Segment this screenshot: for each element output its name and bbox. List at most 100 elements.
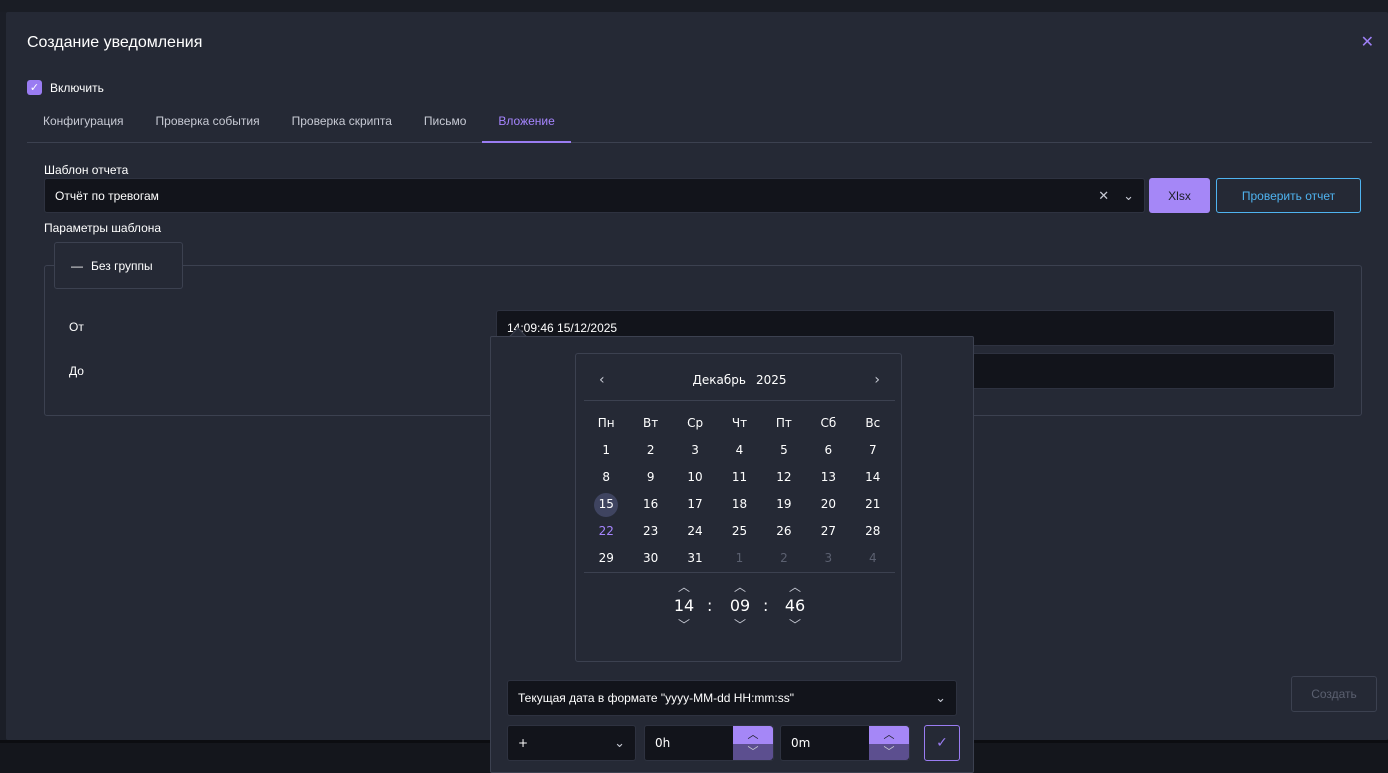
calendar-day[interactable]: 1 [584, 437, 628, 464]
day-number: 10 [687, 470, 703, 484]
calendar-day[interactable]: 23 [628, 518, 672, 545]
calendar-day[interactable]: 6 [806, 437, 850, 464]
confirm-icon[interactable]: ✓ [924, 725, 960, 761]
tab-attachment[interactable]: Вложение [482, 110, 571, 143]
calendar-day[interactable]: 4 [717, 437, 761, 464]
day-number: 4 [868, 551, 877, 565]
day-number: 1 [735, 551, 744, 565]
weekday-label: Чт [731, 416, 748, 430]
day-number: 31 [687, 551, 703, 565]
minutes-value[interactable]: 09 [725, 594, 755, 618]
calendar-day[interactable]: 2 [628, 437, 672, 464]
clear-icon[interactable]: ✕ [1098, 188, 1109, 204]
calendar-day[interactable]: 17 [673, 491, 717, 518]
seconds-up-icon[interactable]: ︿ [780, 580, 810, 594]
chevron-down-icon: ⌄ [614, 735, 625, 751]
decrement-icon[interactable]: ﹀ [733, 744, 773, 760]
time-colon: : [763, 596, 769, 615]
calendar-day[interactable]: 16 [628, 491, 672, 518]
weekday-label: Вт [643, 416, 659, 430]
group-toggle[interactable]: — Без группы [54, 242, 183, 289]
calendar-day[interactable]: 21 [851, 491, 895, 518]
calendar-day[interactable]: 3 [806, 545, 850, 572]
tab-script-check[interactable]: Проверка скрипта [276, 110, 408, 143]
sign-select[interactable]: + ⌄ [507, 725, 636, 761]
tab-bar: Конфигурация Проверка события Проверка с… [27, 110, 1372, 143]
sign-value: + [518, 736, 529, 750]
increment-icon[interactable]: ︿ [733, 726, 773, 744]
increment-icon[interactable]: ︿ [869, 726, 909, 744]
params-label: Параметры шаблона [44, 221, 162, 235]
calendar-day[interactable]: 3 [673, 437, 717, 464]
day-number: 14 [865, 470, 881, 484]
minutes-column: ︿ 09 ﹀ [725, 580, 755, 632]
weekday-label: Пт [775, 416, 792, 430]
prev-month-icon[interactable]: ‹ [599, 372, 605, 388]
datetime-picker: ‹ Декабрь 2025 › Пн Вт Ср Чт Пт Сб Вс 12… [490, 336, 974, 773]
xlsx-button[interactable]: Xlsx [1149, 178, 1210, 213]
calendar-day[interactable]: 27 [806, 518, 850, 545]
next-month-icon[interactable]: › [874, 372, 880, 388]
tab-letter[interactable]: Письмо [408, 110, 483, 143]
calendar-day[interactable]: 9 [628, 464, 672, 491]
day-number: 8 [602, 470, 611, 484]
calendar-day[interactable]: 7 [851, 437, 895, 464]
calendar-day[interactable]: 2 [762, 545, 806, 572]
template-select[interactable]: Отчёт по тревогам ✕ ⌄ [44, 178, 1145, 213]
seconds-value[interactable]: 46 [780, 594, 810, 618]
tab-configuration[interactable]: Конфигурация [27, 110, 140, 143]
calendar-day[interactable]: 24 [673, 518, 717, 545]
calendar-day[interactable]: 10 [673, 464, 717, 491]
hours-up-icon[interactable]: ︿ [669, 580, 699, 594]
calendar-day[interactable]: 20 [806, 491, 850, 518]
calendar-day[interactable]: 8 [584, 464, 628, 491]
day-number: 3 [691, 443, 699, 457]
calendar-day[interactable]: 28 [851, 518, 895, 545]
group-label: Без группы [91, 258, 153, 273]
calendar-day[interactable]: 26 [762, 518, 806, 545]
backdrop-top [0, 0, 1388, 12]
hours-down-icon[interactable]: ﹀ [669, 618, 699, 632]
to-label: До [69, 364, 84, 378]
offset-hours-value: 0h [655, 736, 671, 750]
calendar-day[interactable]: 25 [717, 518, 761, 545]
seconds-down-icon[interactable]: ﹀ [780, 618, 810, 632]
calendar-day[interactable]: 31 [673, 545, 717, 572]
check-report-button[interactable]: Проверить отчет [1216, 178, 1361, 213]
calendar-day-today[interactable]: 22 [584, 518, 628, 545]
calendar-day[interactable]: 19 [762, 491, 806, 518]
offset-minutes-value: 0m [791, 736, 811, 750]
format-select[interactable]: Текущая дата в формате "yyyy-MM-dd HH:mm… [507, 680, 957, 716]
calendar-day[interactable]: 29 [584, 545, 628, 572]
minutes-down-icon[interactable]: ﹀ [725, 618, 755, 632]
tab-event-check[interactable]: Проверка события [140, 110, 276, 143]
calendar-day[interactable]: 30 [628, 545, 672, 572]
month-label[interactable]: Декабрь [693, 373, 746, 387]
day-number: 2 [646, 443, 655, 457]
offset-hours-input[interactable]: 0h ︿ ﹀ [644, 725, 774, 761]
calendar-day[interactable]: 1 [717, 545, 761, 572]
calendar-day[interactable]: 18 [717, 491, 761, 518]
format-value: Текущая дата в формате "yyyy-MM-dd HH:mm… [518, 691, 795, 705]
day-number: 18 [731, 497, 748, 511]
offset-minutes-input[interactable]: 0m ︿ ﹀ [780, 725, 910, 761]
calendar-day[interactable]: 12 [762, 464, 806, 491]
weekday-label: Пн [597, 416, 615, 430]
day-number: 21 [865, 497, 881, 511]
create-button[interactable]: Создать [1291, 676, 1377, 712]
calendar-day-selected[interactable]: 15 [584, 491, 628, 518]
hours-value[interactable]: 14 [669, 594, 699, 618]
calendar-day[interactable]: 4 [851, 545, 895, 572]
year-label[interactable]: 2025 [756, 373, 787, 387]
check-icon[interactable]: ✓ [27, 80, 42, 95]
minutes-up-icon[interactable]: ︿ [725, 580, 755, 594]
calendar-day[interactable]: 5 [762, 437, 806, 464]
chevron-down-icon[interactable]: ⌄ [1123, 188, 1134, 204]
decrement-icon[interactable]: ﹀ [869, 744, 909, 760]
calendar-header: ‹ Декабрь 2025 › [584, 370, 895, 401]
calendar-day[interactable]: 11 [717, 464, 761, 491]
calendar-day[interactable]: 13 [806, 464, 850, 491]
close-icon[interactable]: ✕ [1361, 32, 1374, 51]
enable-toggle[interactable]: ✓ Включить [27, 80, 104, 95]
calendar-day[interactable]: 14 [851, 464, 895, 491]
